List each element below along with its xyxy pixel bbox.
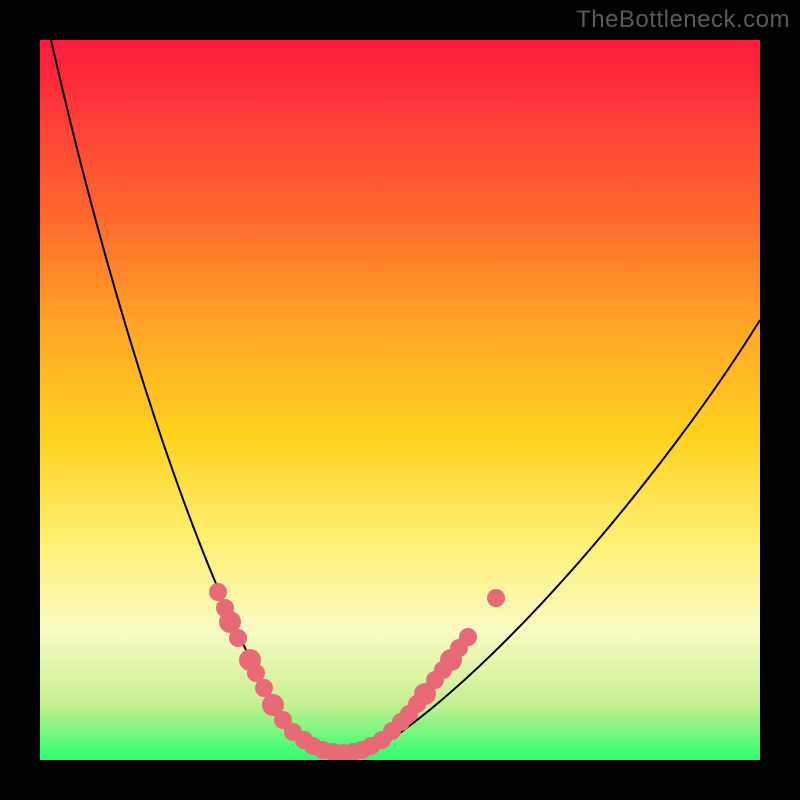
chart-frame: TheBottleneck.com bbox=[0, 0, 800, 800]
data-marker bbox=[255, 679, 273, 697]
data-marker bbox=[487, 589, 505, 607]
data-marker bbox=[209, 583, 227, 601]
data-marker bbox=[459, 628, 477, 646]
marker-group bbox=[209, 583, 505, 760]
plot-area bbox=[40, 40, 760, 760]
bottleneck-curve bbox=[51, 40, 760, 755]
watermark-text: TheBottleneck.com bbox=[576, 6, 790, 34]
chart-svg bbox=[40, 40, 760, 760]
data-marker bbox=[229, 629, 247, 647]
